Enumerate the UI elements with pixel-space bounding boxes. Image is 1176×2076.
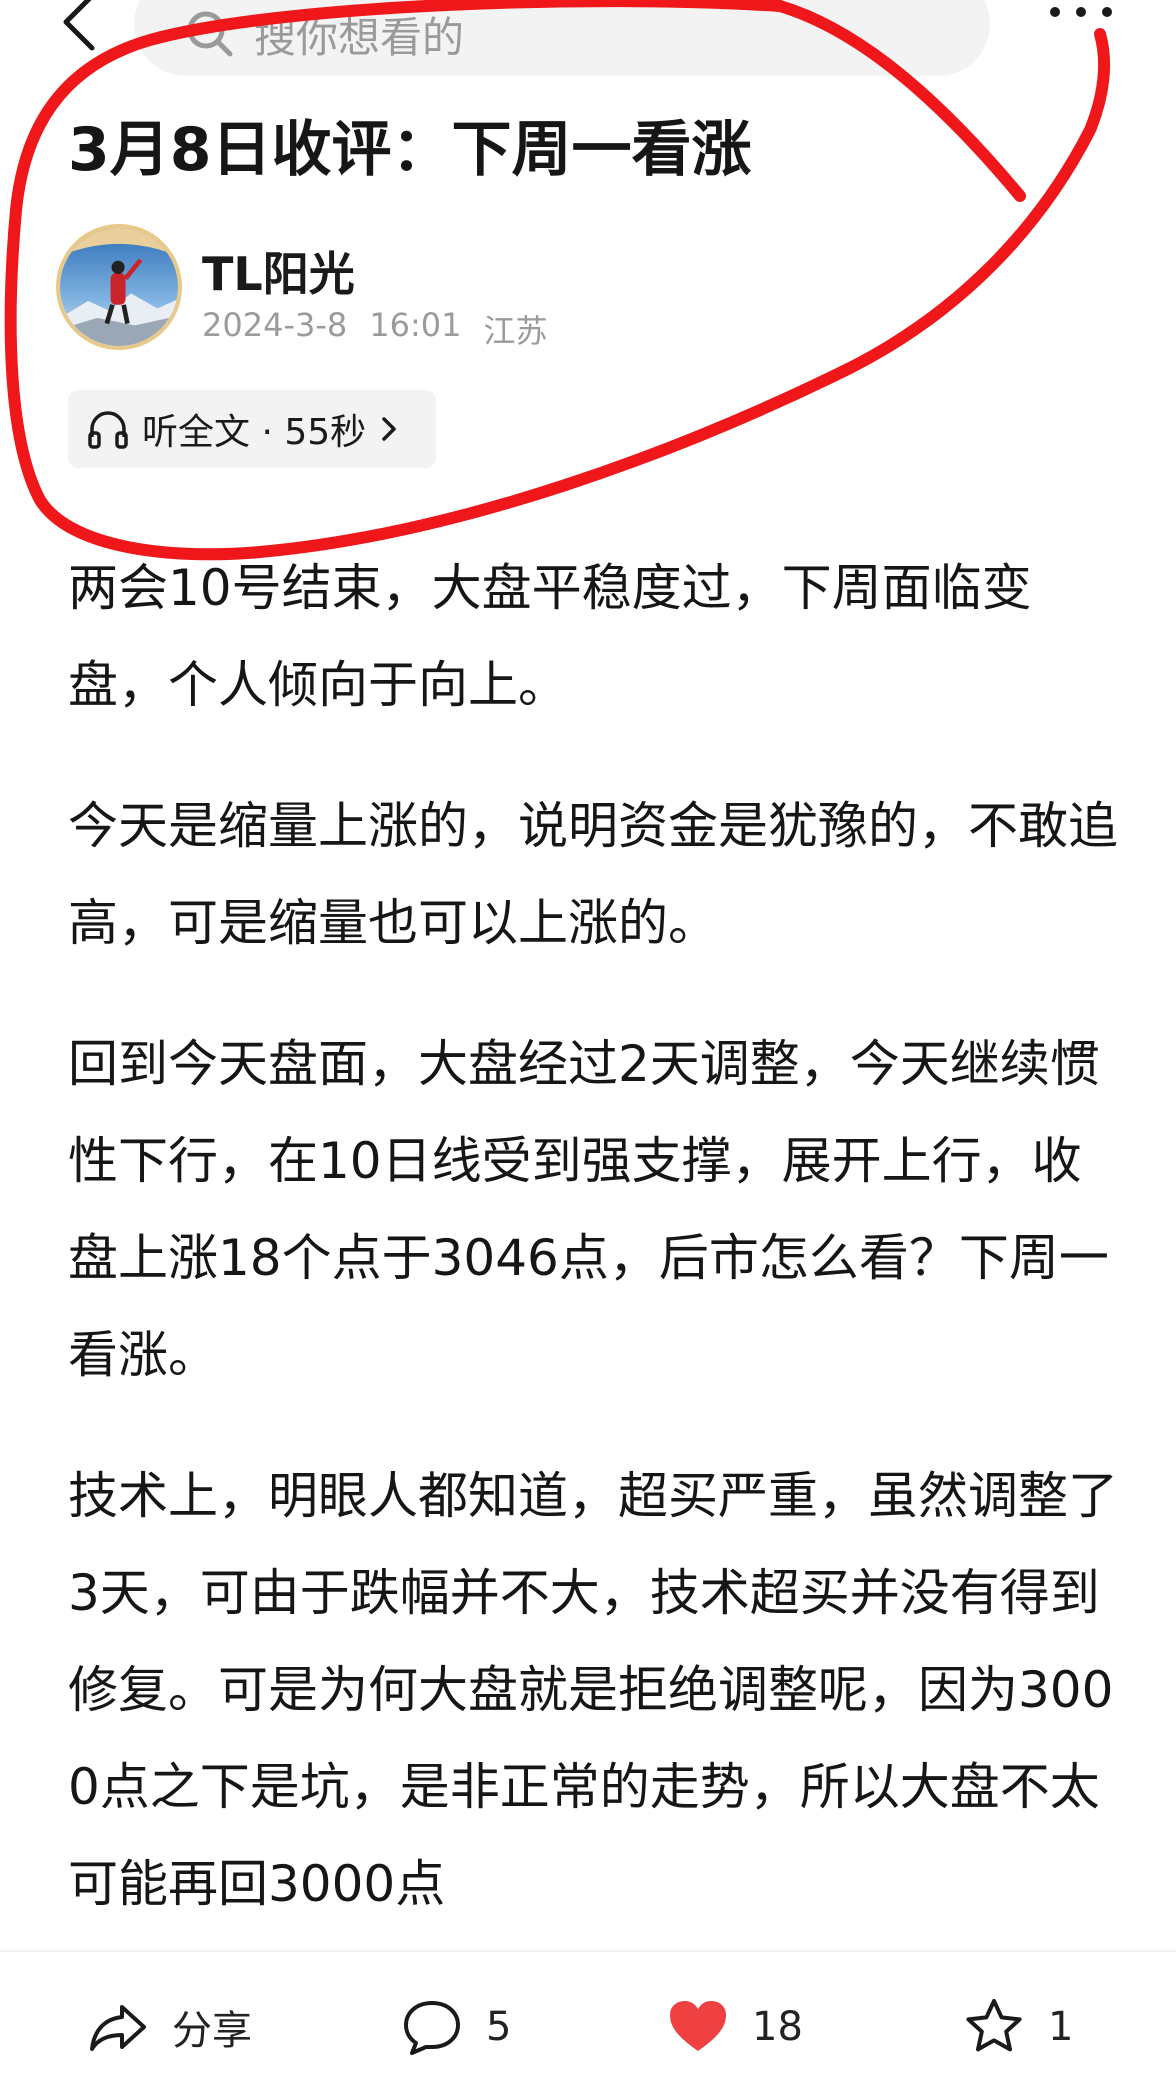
author-name[interactable]: TL阳光 [202,238,355,304]
avatar-image [60,228,178,346]
comment-icon [404,2001,460,2055]
favorite-button[interactable]: 1 [962,1992,1073,2062]
paragraph: 回到今天盘面，大盘经过2天调整，今天继续惯性下行，在10日线受到强支撑，展开上行… [68,1035,1109,1384]
article-body: 两会10号结束，大盘平稳度过，下周面临变盘，个人倾向于向上。 今天是缩量上涨的，… [68,540,1118,1977]
back-arrow-icon [63,0,95,51]
paragraph: 今天是缩量上涨的，说明资金是犹豫的，不敢追高，可是缩量也可以上涨的。 [68,797,1118,952]
publish-date: 2024-3-8 [202,306,348,344]
paragraph: 技术上，明眼人都知道，超买严重，虽然调整了3天，可由于跌幅并不大，技术超买并没有… [68,1467,1118,1913]
share-button[interactable]: 分享 [86,1992,252,2062]
search-bar[interactable]: 搜你想看的 [134,0,990,76]
more-dots-icon [1050,7,1112,17]
article-meta: 2024-3-8 16:01 江苏 [202,306,547,352]
comment-button[interactable]: 5 [400,1992,511,2062]
paragraph: 两会10号结束，大盘平稳度过，下周面临变盘，个人倾向于向上。 [68,559,1032,714]
star-icon [966,1999,1022,2052]
listen-full-text-button[interactable]: 听全文 · 55秒 [68,390,436,468]
publish-location: 江苏 [483,312,548,350]
search-icon [187,11,233,57]
heart-icon [670,2001,726,2051]
like-count: 18 [752,2004,803,2050]
share-icon [90,2005,146,2051]
comment-count: 5 [486,2004,512,2050]
like-button[interactable]: 18 [666,1992,803,2062]
share-label: 分享 [172,2008,252,2054]
headphones-icon [88,411,128,449]
bottom-action-bar: 分享 5 18 1 [0,1950,1176,2076]
listen-label: 听全文 · 55秒 [142,412,367,453]
author-avatar[interactable] [56,224,182,350]
article-title: 3月8日收评：下周一看涨 [68,115,752,185]
favorite-count: 1 [1048,2004,1074,2050]
back-button[interactable] [52,0,108,54]
more-options-button[interactable] [1046,0,1116,30]
search-placeholder: 搜你想看的 [254,12,465,62]
chevron-right-icon [382,417,396,441]
article-page: 搜你想看的 3月8日收评：下周一看涨 TL阳光 2024-3-8 16:01 江… [0,0,1176,2076]
publish-time: 16:01 [369,306,462,344]
